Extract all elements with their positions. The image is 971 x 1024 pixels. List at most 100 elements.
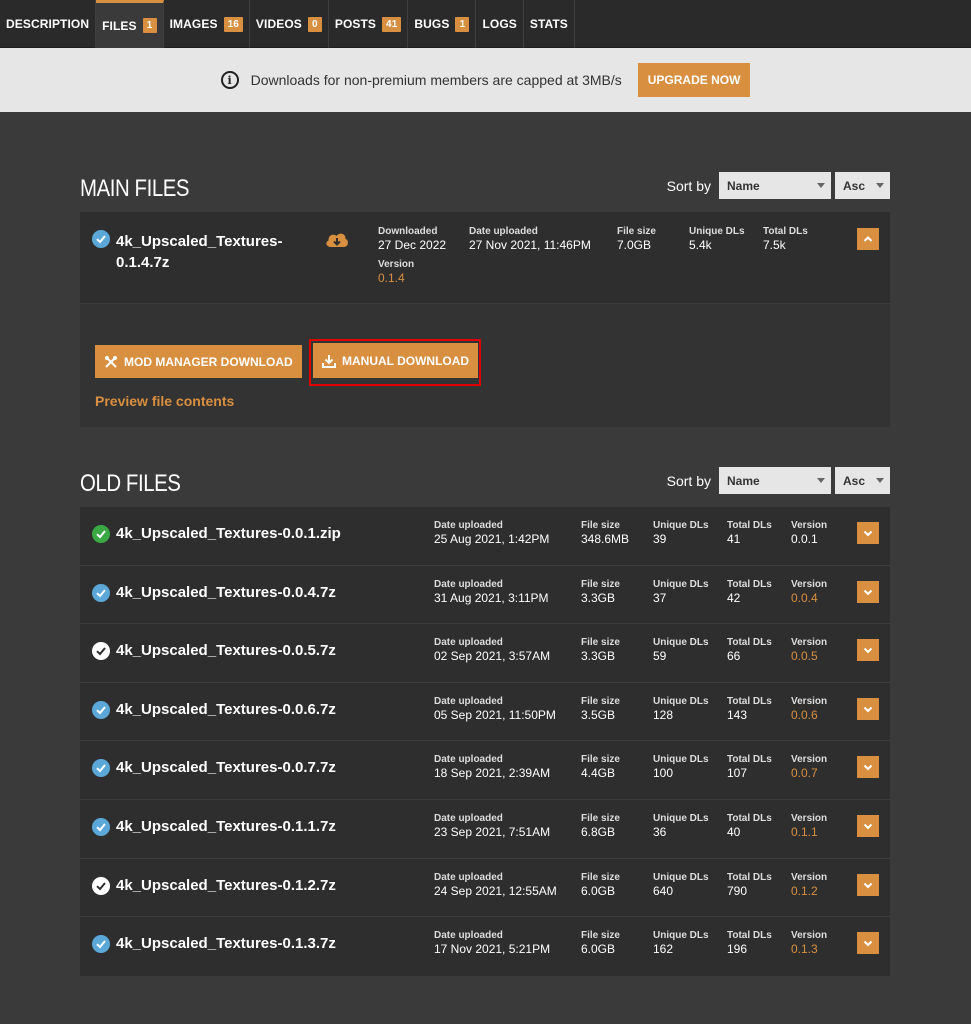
expand-button[interactable] — [857, 639, 879, 662]
count-badge: 0 — [307, 16, 322, 32]
check-icon — [92, 525, 110, 543]
mod-manager-download-button[interactable]: MOD MANAGER DOWNLOAD — [95, 345, 302, 378]
collapse-button[interactable] — [857, 228, 879, 250]
downloaded-label: Downloaded — [378, 226, 438, 237]
total-col: Total DLs 40 — [727, 813, 772, 839]
unique-col: Unique DLs 39 — [653, 520, 709, 546]
total-label: Total DLs — [727, 930, 772, 942]
version-label: Version — [791, 871, 828, 883]
total-col: Total DLs 107 — [727, 754, 772, 780]
unique-label: Unique DLs — [653, 754, 709, 766]
total-col: Total DLs 42 — [727, 579, 772, 605]
file-name[interactable]: 4k_Upscaled_Textures-0.1.3.7z — [116, 935, 336, 952]
file-name[interactable]: 4k_Upscaled_Textures-0.1.1.7z — [116, 818, 336, 835]
uploaded-value: 31 Aug 2021, 3:11PM — [434, 590, 549, 605]
uploaded-value: 02 Sep 2021, 3:57AM — [434, 649, 551, 664]
version-col: Version 0.1.2 — [791, 872, 827, 898]
expand-button[interactable] — [857, 873, 879, 896]
expand-button[interactable] — [857, 697, 879, 720]
table-row: 4k_Upscaled_Textures-0.0.1.zip Date uploa… — [80, 507, 890, 566]
file-name[interactable]: 4k_Upscaled_Textures-0.0.5.7z — [116, 642, 336, 659]
table-row: 4k_Upscaled_Textures-0.1.2.7z Date upload… — [80, 858, 890, 918]
expand-button[interactable] — [857, 522, 879, 544]
size-label: File size — [581, 578, 620, 590]
size-col: File size 348.6MB — [581, 520, 629, 546]
sort-order-select[interactable]: Asc — [835, 172, 890, 199]
chevron-down-icon — [863, 765, 873, 771]
tab-files[interactable]: FILES 1 — [96, 0, 164, 48]
size-col: File size 4.4GB — [581, 754, 620, 780]
size-value: 6.8GB — [581, 824, 616, 839]
chevron-down-icon — [817, 478, 825, 483]
uploaded-value: 23 Sep 2021, 7:51AM — [434, 824, 551, 839]
file-name[interactable]: 4k_Upscaled_Textures-0.0.4.7z — [116, 584, 336, 601]
total-label: Total DLs — [727, 637, 772, 649]
chevron-down-icon — [863, 589, 873, 596]
check-icon — [92, 583, 110, 602]
total-label: Total DLs — [727, 754, 772, 766]
unique-label: Unique DLs — [653, 637, 709, 649]
main-file-name[interactable]: 4k_Upscaled_Textures- 0.1.4.7z — [116, 231, 282, 273]
sort-field-select[interactable]: Name — [719, 467, 831, 494]
uploaded-label: Date uploaded — [469, 226, 538, 237]
sort-field-select[interactable]: Name — [719, 172, 831, 199]
uploaded-value: 24 Sep 2021, 12:55AM — [434, 883, 557, 898]
downloaded-col: Downloaded 27 Dec 2022 — [378, 226, 446, 252]
file-name[interactable]: 4k_Upscaled_Textures-0.0.1.zip — [116, 525, 341, 542]
uploaded-col: Date uploaded 02 Sep 2021, 3:57AM — [434, 637, 550, 663]
version-value: 0.0.1 — [791, 532, 818, 546]
size-col: File size 6.8GB — [581, 813, 620, 839]
check-icon — [92, 759, 110, 778]
unique-label: Unique DLs — [653, 871, 709, 883]
unique-value: 59 — [653, 649, 667, 664]
expand-button[interactable] — [857, 580, 879, 603]
sort-order-select[interactable]: Asc — [835, 467, 890, 494]
unique-col: Unique DLs 36 — [653, 813, 709, 839]
tab-stats[interactable]: STATS — [524, 0, 575, 48]
check-icon — [92, 876, 110, 895]
tab-bugs[interactable]: BUGS 1 — [408, 0, 477, 48]
tab-label: LOGS — [482, 17, 517, 31]
version-value: 0.0.7 — [791, 766, 818, 781]
tab-label: VIDEOS — [255, 17, 302, 31]
version-value: 0.1.3 — [791, 942, 818, 957]
total-col: Total DLs 196 — [727, 930, 772, 956]
file-name[interactable]: 4k_Upscaled_Textures-0.0.7.7z — [116, 759, 336, 776]
size-value: 3.3GB — [581, 649, 616, 664]
tab-posts[interactable]: POSTS 41 — [329, 0, 409, 48]
expand-button[interactable] — [857, 932, 879, 955]
tab-logs[interactable]: LOGS — [476, 0, 524, 48]
tab-label: POSTS — [334, 17, 377, 31]
count-badge: 16 — [223, 16, 243, 32]
tab-label: IMAGES — [169, 17, 218, 31]
tools-icon — [105, 355, 117, 368]
total-label: Total DLs — [727, 812, 772, 824]
version-label: Version — [791, 695, 828, 707]
expand-button[interactable] — [857, 814, 879, 837]
upgrade-now-button[interactable]: UPGRADE NOW — [637, 63, 751, 97]
tab-label: FILES — [102, 18, 137, 33]
file-name[interactable]: 4k_Upscaled_Textures-0.1.2.7z — [116, 877, 336, 894]
tab-description[interactable]: DESCRIPTION — [0, 0, 97, 48]
main-files-sort: Sort by Name Asc — [667, 172, 890, 199]
uploaded-label: Date uploaded — [434, 578, 503, 590]
size-value: 4.4GB — [581, 766, 616, 781]
size-label: File size — [581, 520, 620, 531]
total-col: Total DLs 41 — [727, 520, 772, 546]
tab-videos[interactable]: VIDEOS 0 — [250, 0, 329, 48]
expand-button[interactable] — [857, 756, 879, 779]
total-value: 42 — [727, 590, 741, 605]
unique-value: 5.4k — [689, 238, 712, 252]
tab-images[interactable]: IMAGES 16 — [164, 0, 250, 48]
file-name[interactable]: 4k_Upscaled_Textures-0.0.6.7z — [116, 701, 336, 718]
old-files-list: 4k_Upscaled_Textures-0.0.1.zip Date uploa… — [80, 507, 890, 976]
version-col: Version 0.0.4 — [791, 579, 827, 605]
size-value: 6.0GB — [581, 883, 616, 898]
size-col: File size 3.5GB — [581, 696, 620, 722]
uploaded-label: Date uploaded — [434, 520, 503, 531]
unique-col: Unique DLs 100 — [653, 754, 709, 780]
uploaded-label: Date uploaded — [434, 637, 503, 649]
highlight-box — [309, 339, 481, 386]
preview-file-contents-link[interactable]: Preview file contents — [95, 393, 234, 409]
version-value: 0.1.4 — [378, 271, 405, 285]
